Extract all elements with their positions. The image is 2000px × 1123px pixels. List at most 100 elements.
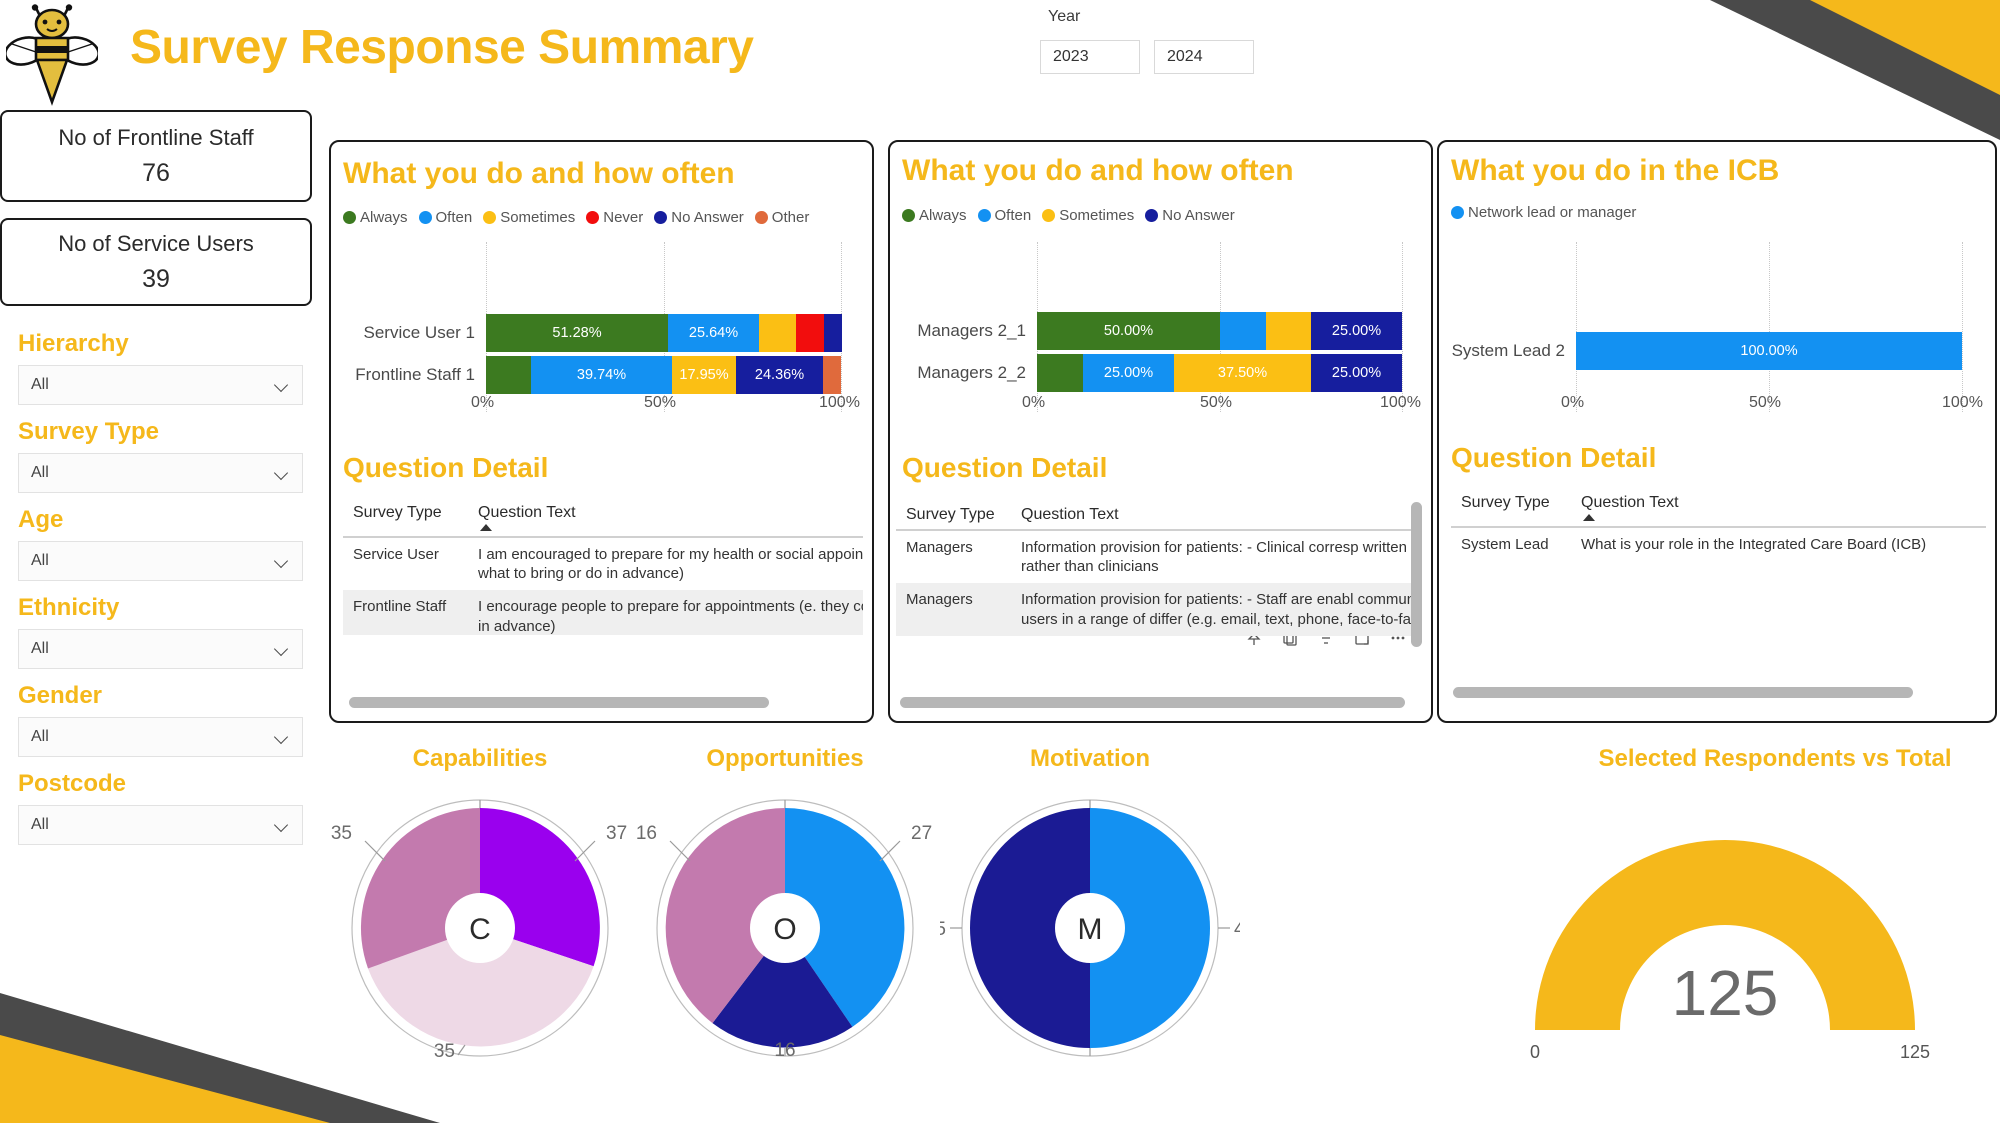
opportunities-donut-chart[interactable]: O 27 16 16 (635, 773, 935, 1061)
legend-item-no-answer[interactable]: No Answer (654, 209, 744, 226)
kpi-label: No of Service Users (58, 230, 254, 256)
selected-respondents-gauge[interactable]: 125 0 125 (1475, 780, 1975, 1085)
donut-motivation[interactable]: Motivation M 43 15 (925, 745, 1255, 1063)
kpi-card-frontline-staff[interactable]: No of Frontline Staff 76 (0, 110, 312, 202)
filter-dropdown-gender[interactable]: All (18, 717, 303, 757)
panel2-table-vertical-scrollbar[interactable] (1411, 502, 1422, 647)
bar-segment-sometimes[interactable] (1266, 312, 1311, 350)
page-title: Survey Response Summary (130, 21, 754, 74)
column-header-question-text[interactable]: Question Text (1011, 502, 1411, 531)
bar-segment-sometimes[interactable]: 37.50% (1174, 354, 1311, 392)
bar-segment-often[interactable] (1220, 312, 1266, 350)
column-header-question-text[interactable]: Question Text (468, 500, 863, 538)
panel3-legend: Network lead or manager (1451, 204, 1636, 221)
legend-item-always[interactable]: Always (343, 209, 408, 226)
bar-category-label: Frontline Staff 1 (355, 365, 475, 384)
bar-row-frontline-staff-1[interactable]: Frontline Staff 1 39.74% 17.95% 24.36% (331, 356, 841, 394)
bar-segment-always[interactable] (1037, 354, 1083, 392)
panel3-table-horizontal-scrollbar[interactable] (1453, 687, 1913, 698)
table-row[interactable]: System Lead What is your role in the Int… (1451, 527, 1986, 561)
bar-segment-always[interactable]: 50.00% (1037, 312, 1220, 350)
bar-segment-often[interactable]: 39.74% (531, 356, 672, 394)
legend-swatch-icon (754, 211, 768, 224)
bar-track: 39.74% 17.95% 24.36% (486, 356, 841, 394)
filter-dropdown-age[interactable]: All (18, 541, 303, 581)
legend-item-often[interactable]: Often (977, 207, 1031, 224)
chevron-down-icon (274, 556, 290, 566)
column-header-survey-type[interactable]: Survey Type (343, 500, 468, 538)
table-row[interactable]: Managers Information provision for patie… (896, 530, 1411, 583)
legend-item-other[interactable]: Other (754, 209, 809, 226)
bar-row-service-user-1[interactable]: Service User 1 51.28% 25.64% (331, 314, 842, 352)
donut-opportunities[interactable]: Opportunities O 27 16 16 (635, 745, 935, 1063)
year-slicer[interactable]: 2023 2024 (1040, 40, 1254, 74)
filter-value: All (31, 728, 49, 745)
bar-segment-often[interactable]: 25.64% (668, 314, 759, 352)
bar-row-system-lead-2[interactable]: System Lead 2 100.00% (1439, 332, 1962, 370)
bar-segment-no-answer[interactable] (824, 314, 842, 352)
panel1-table-horizontal-scrollbar[interactable] (349, 697, 769, 708)
motivation-donut-chart[interactable]: M 43 15 (925, 773, 1255, 1058)
bar-segment-sometimes[interactable]: 17.95% (672, 356, 736, 394)
chevron-down-icon (274, 732, 290, 742)
bar-segment-network-lead[interactable]: 100.00% (1576, 332, 1962, 370)
panel1-question-table[interactable]: Survey Type Question Text Service User I… (343, 500, 863, 635)
capabilities-donut-chart[interactable]: C 37 35 35 (330, 773, 630, 1062)
year-option-2024[interactable]: 2024 (1154, 40, 1254, 74)
column-header-survey-type[interactable]: Survey Type (1451, 490, 1571, 528)
legend-item-sometimes[interactable]: Sometimes (483, 209, 575, 226)
legend-swatch-icon (483, 211, 497, 224)
gridline-100 (1402, 242, 1403, 412)
bar-segment-often[interactable]: 25.00% (1083, 354, 1174, 392)
bar-row-managers-2-2[interactable]: Managers 2_2 25.00% 37.50% 25.00% (890, 354, 1402, 392)
bar-segment-no-answer[interactable]: 25.00% (1311, 312, 1402, 350)
bar-segment-no-answer[interactable]: 24.36% (736, 356, 823, 394)
panel2-table-horizontal-scrollbar[interactable] (900, 697, 1405, 708)
axis-tick-0: 0% (471, 394, 495, 411)
table-row[interactable]: Managers Information provision for patie… (896, 583, 1411, 636)
legend-item-sometimes[interactable]: Sometimes (1042, 207, 1134, 224)
legend-item-never[interactable]: Never (586, 209, 643, 226)
donut-value-bottom: 16 (774, 1040, 795, 1058)
table-row[interactable]: Service User I am encouraged to prepare … (343, 537, 863, 590)
cell-question-text: Information provision for patients: - St… (1011, 583, 1411, 636)
panel-what-you-do-in-icb: What you do in the ICB Network lead or m… (1437, 140, 1997, 723)
legend-item-often[interactable]: Often (418, 209, 472, 226)
bee-icon (4, 4, 100, 108)
legend-item-always[interactable]: Always (902, 207, 967, 224)
filter-value: All (31, 640, 49, 657)
panel2-bar-chart[interactable]: Managers 2_1 50.00% 25.00% Managers 2_2 … (890, 242, 1431, 412)
kpi-card-service-users[interactable]: No of Service Users 39 (0, 218, 312, 306)
filter-dropdown-postcode[interactable]: All (18, 805, 303, 845)
column-header-question-text[interactable]: Question Text (1571, 490, 1986, 528)
filter-sidebar: Hierarchy All Survey Type All Age All Et… (18, 330, 303, 858)
panel3-bar-chart[interactable]: System Lead 2 100.00% 0% 50% 100% (1439, 242, 1995, 412)
panel2-question-table[interactable]: Survey Type Question Text Managers Infor… (896, 502, 1411, 636)
filter-dropdown-hierarchy[interactable]: All (18, 365, 303, 405)
panel1-bar-chart[interactable]: Service User 1 51.28% 25.64% Frontline S… (331, 242, 872, 412)
donut-capabilities[interactable]: Capabilities C 37 35 35 (330, 745, 630, 1063)
filter-dropdown-survey-type[interactable]: All (18, 453, 303, 493)
panel3-question-table[interactable]: Survey Type Question Text System Lead Wh… (1451, 490, 1986, 561)
bar-segment-always[interactable] (486, 356, 531, 394)
kpi-value: 76 (142, 158, 170, 187)
bar-row-managers-2-1[interactable]: Managers 2_1 50.00% 25.00% (890, 312, 1402, 350)
bar-segment-no-answer[interactable]: 25.00% (1311, 354, 1402, 392)
sort-ascending-icon (1583, 514, 1595, 521)
bar-segment-sometimes[interactable] (759, 314, 796, 352)
legend-label: No Answer (671, 209, 744, 226)
filter-dropdown-ethnicity[interactable]: All (18, 629, 303, 669)
column-header-survey-type[interactable]: Survey Type (896, 502, 1011, 531)
bar-track: 51.28% 25.64% (486, 314, 842, 352)
gridline-50 (1769, 242, 1770, 412)
bar-segment-other[interactable] (823, 356, 841, 394)
bar-segment-never[interactable] (796, 314, 824, 352)
cell-survey-type: Managers (906, 539, 973, 556)
table-row[interactable]: Frontline Staff I encourage people to pr… (343, 590, 863, 635)
year-option-2023[interactable]: 2023 (1040, 40, 1140, 74)
legend-label: Never (603, 209, 644, 226)
bar-segment-always[interactable]: 51.28% (486, 314, 668, 352)
legend-item-no-answer[interactable]: No Answer (1145, 207, 1235, 224)
panel1-detail-title: Question Detail (343, 452, 549, 483)
legend-item-network-lead[interactable]: Network lead or manager (1451, 204, 1636, 221)
